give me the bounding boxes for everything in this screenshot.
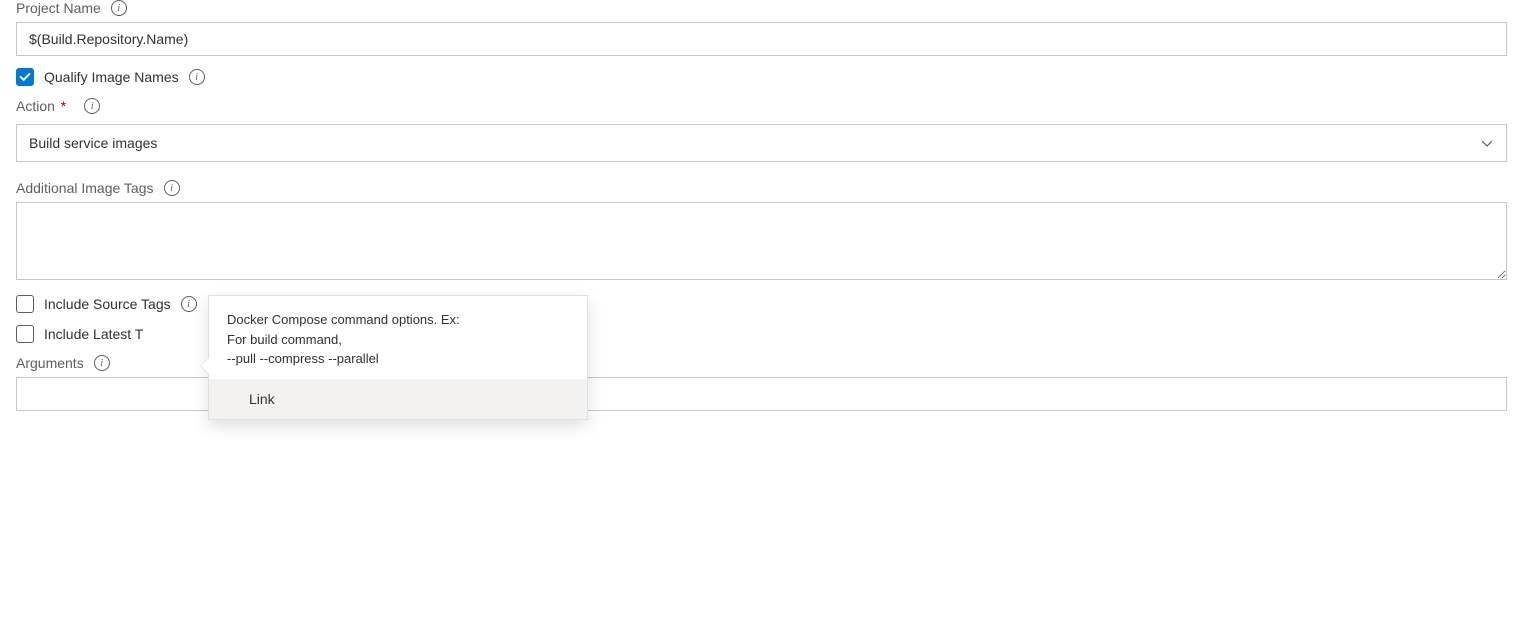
tooltip-text: --pull --compress --parallel [227, 349, 569, 369]
project-name-label: Project Name [16, 0, 101, 16]
project-name-field: Project Name i [16, 0, 1507, 56]
include-latest-tag-checkbox[interactable] [16, 325, 34, 343]
qualify-image-names-row: Qualify Image Names i [16, 68, 1507, 86]
include-latest-tag-label: Include Latest T [44, 326, 143, 342]
include-source-tags-checkbox[interactable] [16, 295, 34, 313]
additional-image-tags-label: Additional Image Tags [16, 180, 154, 196]
project-name-input[interactable] [16, 22, 1507, 56]
action-label: Action * [16, 98, 66, 114]
tooltip-text: Docker Compose command options. Ex: [227, 310, 569, 330]
tooltip-text: For build command, [227, 330, 569, 350]
qualify-image-names-checkbox[interactable] [16, 68, 34, 86]
tooltip-body: Docker Compose command options. Ex: For … [209, 296, 587, 379]
info-icon[interactable]: i [181, 296, 197, 312]
arguments-tooltip: Docker Compose command options. Ex: For … [208, 295, 588, 420]
include-source-tags-label: Include Source Tags [44, 296, 171, 312]
info-icon[interactable]: i [94, 355, 110, 371]
arguments-label: Arguments [16, 355, 84, 371]
arguments-field: Arguments i Docker Compose command optio… [16, 355, 1507, 411]
qualify-image-names-label: Qualify Image Names [44, 69, 179, 85]
additional-image-tags-field: Additional Image Tags i [16, 180, 1507, 283]
action-field: Action * i Build service images [16, 98, 1507, 162]
action-select[interactable]: Build service images [16, 124, 1507, 162]
info-icon[interactable]: i [189, 69, 205, 85]
info-icon[interactable]: i [111, 0, 127, 16]
tooltip-link[interactable]: Link [209, 379, 587, 419]
info-icon[interactable]: i [84, 98, 100, 114]
info-icon[interactable]: i [164, 180, 180, 196]
additional-image-tags-input[interactable] [16, 202, 1507, 280]
